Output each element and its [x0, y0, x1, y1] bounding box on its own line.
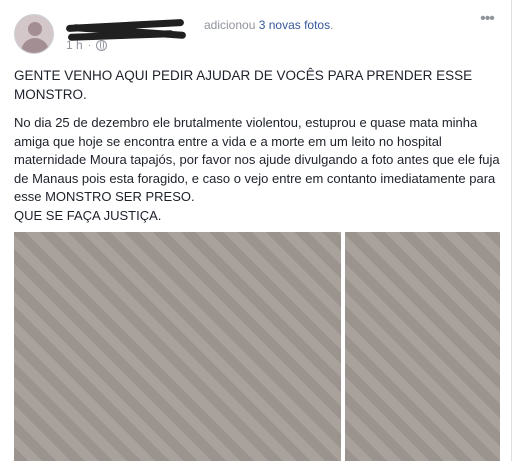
- avatar-placeholder-body: [21, 38, 49, 53]
- avatar-placeholder-head: [28, 22, 42, 36]
- meta-separator: ·: [87, 39, 92, 51]
- post-text: GENTE VENHO AQUI PEDIR AJUDAR DE VOCÊS P…: [14, 66, 500, 231]
- photo-1[interactable]: [14, 232, 341, 461]
- post-card: adicionou 3 novas fotos. 1 h · ••• GENTE…: [0, 0, 512, 461]
- action-suffix: .: [330, 18, 334, 32]
- post-header: adicionou 3 novas fotos. 1 h · •••: [14, 11, 501, 56]
- post-closing: QUE SE FAÇA JUSTIÇA.: [14, 207, 162, 223]
- photo-2-redacted: [345, 232, 500, 461]
- avatar[interactable]: [14, 14, 54, 54]
- author-name-redacted: [65, 18, 188, 41]
- post-title: GENTE VENHO AQUI PEDIR AJUDAR DE VOCÊS P…: [14, 68, 473, 102]
- post-body: No dia 25 de dezembro ele brutalmente vi…: [14, 115, 500, 204]
- post-action-text: adicionou 3 novas fotos.: [204, 18, 333, 32]
- post-timestamp[interactable]: 1 h: [66, 38, 83, 52]
- more-icon[interactable]: •••: [477, 11, 497, 32]
- photo-grid: [14, 232, 500, 461]
- globe-icon[interactable]: [96, 39, 108, 51]
- new-photos-link[interactable]: 3 novas fotos: [259, 18, 330, 32]
- photo-1-redacted: [14, 232, 341, 461]
- post-meta: 1 h ·: [66, 38, 108, 52]
- action-prefix: adicionou: [204, 18, 259, 32]
- photo-2[interactable]: [345, 232, 500, 461]
